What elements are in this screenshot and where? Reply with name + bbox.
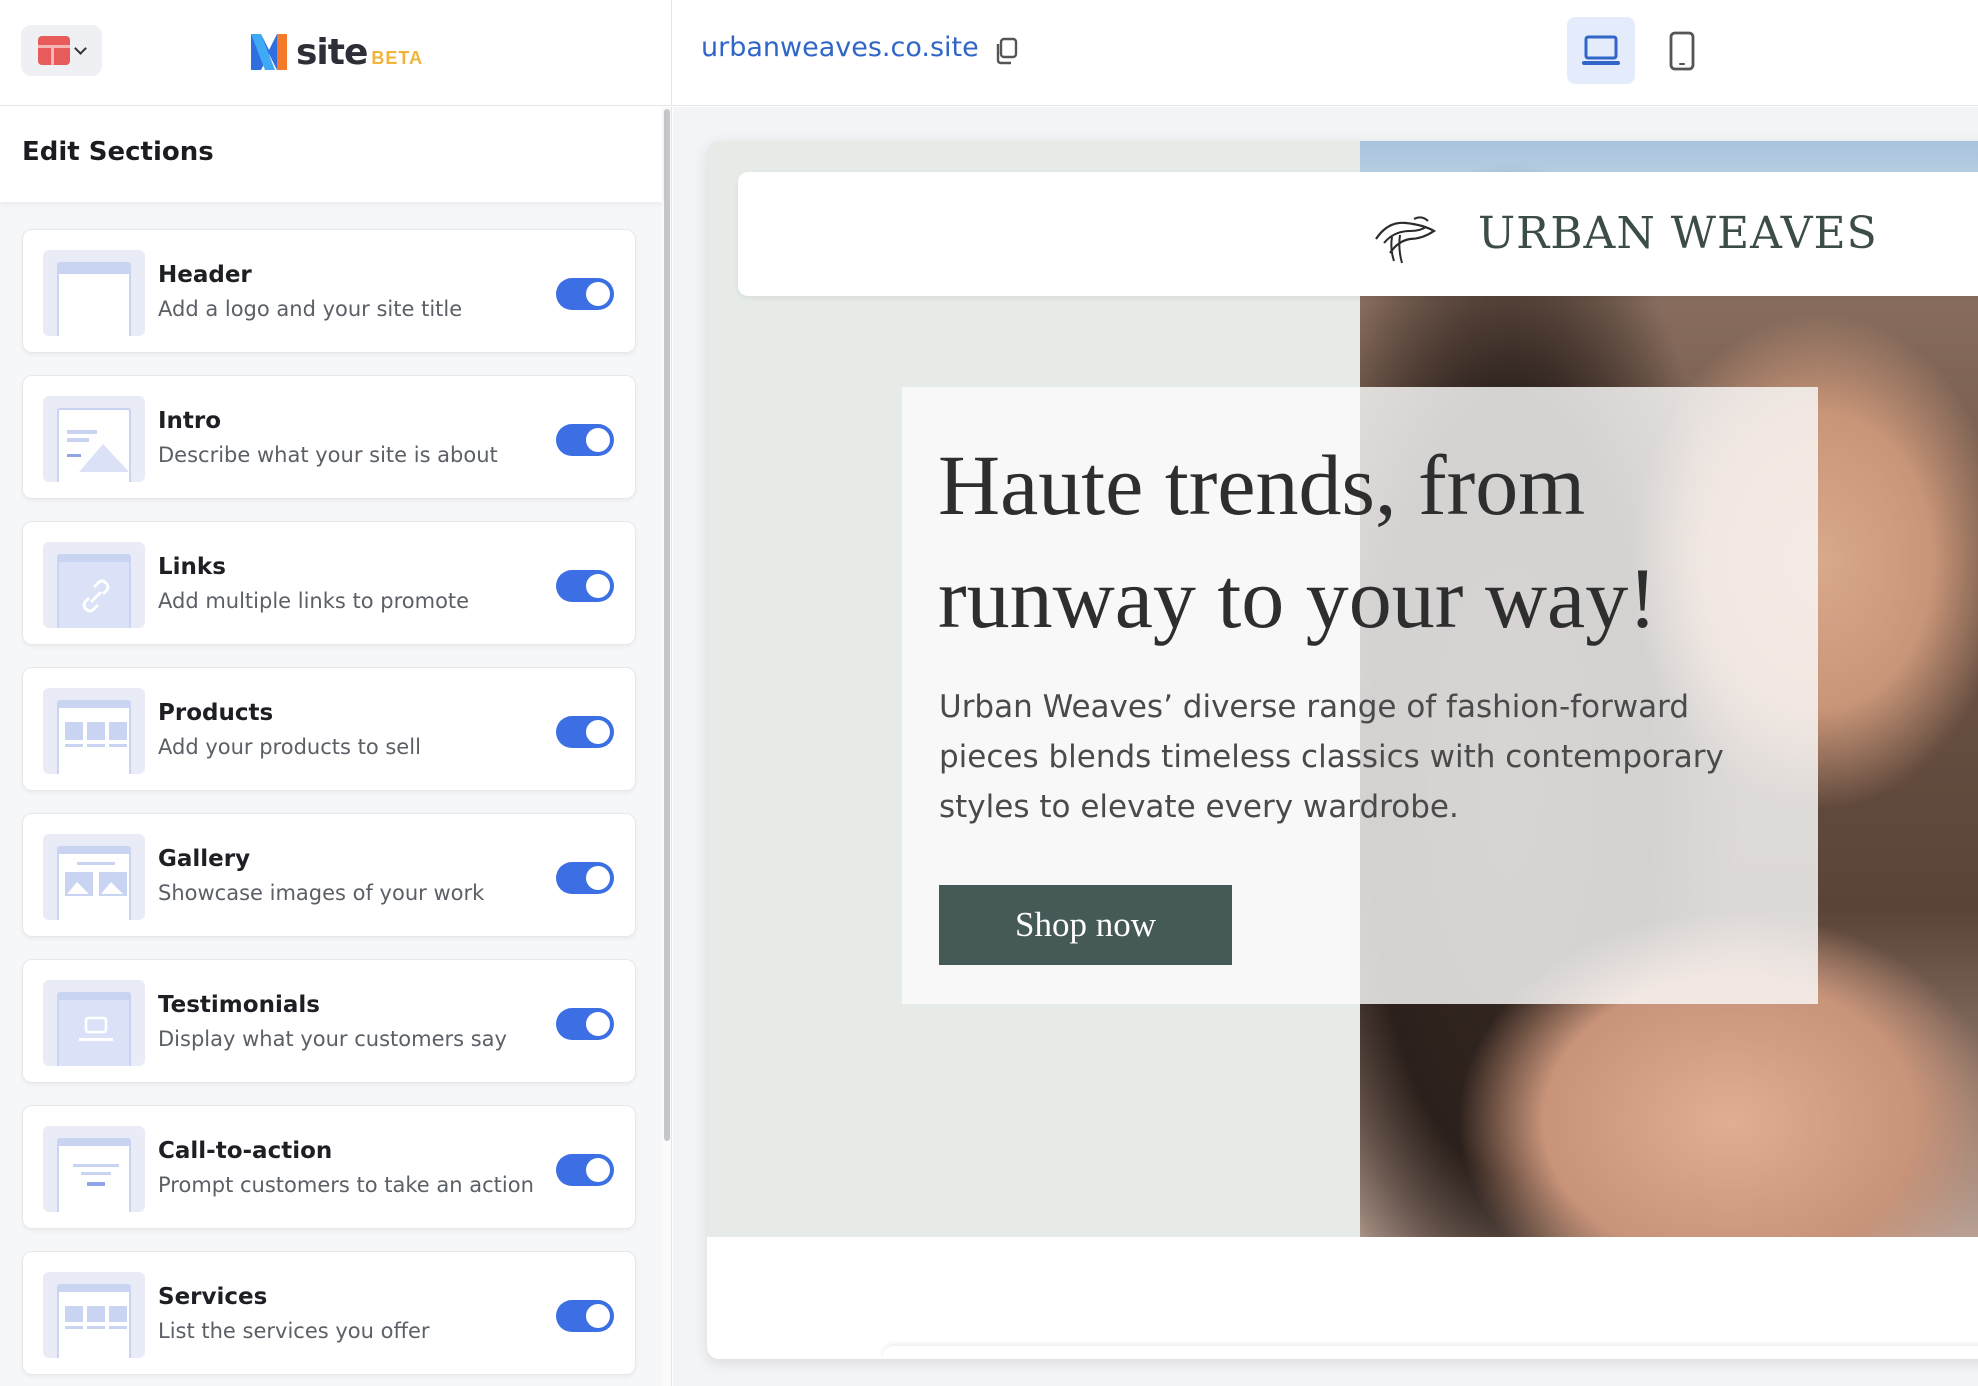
products-section-icon [43, 688, 145, 774]
site-url-link[interactable]: urbanweaves.co.site [701, 32, 979, 63]
site-name: URBAN WEAVES [1478, 208, 1878, 259]
section-toggle-products[interactable] [556, 716, 614, 748]
section-card-call-to-action[interactable]: Call-to-action Prompt customers to take … [22, 1105, 636, 1229]
brand-logo[interactable]: site BETA [247, 27, 423, 77]
section-toggle-services[interactable] [556, 1300, 614, 1332]
beta-badge: BETA [371, 47, 424, 68]
section-description: Describe what your site is about [158, 443, 498, 467]
grid-app-icon [38, 36, 70, 65]
sidebar-scroll-thumb[interactable] [664, 109, 670, 1141]
top-bar-left: site BETA [0, 0, 672, 106]
next-section-card [883, 1346, 1978, 1359]
section-title: Intro [158, 408, 222, 434]
mobile-preview-button[interactable] [1648, 17, 1716, 84]
section-card-testimonials[interactable]: Testimonials Display what your customers… [22, 959, 636, 1083]
sidebar-scrollbar[interactable] [662, 107, 671, 1386]
sidebar-title: Edit Sections [22, 137, 214, 167]
section-description: Add your products to sell [158, 735, 421, 759]
hero-description: Urban Weaves’ diverse range of fashion-f… [939, 689, 1724, 825]
hat-logo-icon [1375, 216, 1437, 264]
site-preview-frame[interactable]: URBAN WEAVES Haute trends, from runway t… [707, 141, 1978, 1359]
section-card-intro[interactable]: Intro Describe what your site is about [22, 375, 636, 499]
section-description: Add multiple links to promote [158, 589, 470, 613]
site-header[interactable]: URBAN WEAVES [738, 172, 1978, 296]
testimonials-section-icon [43, 980, 145, 1066]
top-bar: site BETA urbanweaves.co.site [0, 0, 1978, 106]
section-title: Call-to-action [158, 1138, 333, 1164]
section-toggle-intro[interactable] [556, 424, 614, 456]
section-card-header[interactable]: Header Add a logo and your site title [22, 229, 636, 353]
section-description: List the services you offer [158, 1319, 430, 1343]
sidebar-header: Edit Sections [0, 107, 662, 202]
desktop-preview-button[interactable] [1567, 17, 1635, 84]
section-card-services[interactable]: Services List the services you offer [22, 1251, 636, 1375]
section-toggle-gallery[interactable] [556, 862, 614, 894]
section-description: Showcase images of your work [158, 881, 485, 905]
phone-icon [1669, 31, 1695, 70]
brand-name: site [296, 31, 368, 73]
section-title: Services [158, 1284, 268, 1310]
header-section-icon [43, 250, 145, 336]
app-switcher-button[interactable] [21, 25, 102, 76]
section-title: Gallery [158, 846, 251, 872]
call-to-action-section-icon [43, 1126, 145, 1212]
laptop-icon [1582, 35, 1620, 65]
links-section-icon [43, 542, 145, 628]
section-title: Links [158, 554, 226, 580]
section-description: Display what your customers say [158, 1027, 507, 1051]
services-section-icon [43, 1272, 145, 1358]
copy-icon[interactable] [993, 37, 1019, 65]
intro-section-icon [43, 396, 145, 482]
hero-title: Haute trends, from runway to your way! [938, 437, 1657, 646]
section-title: Header [158, 262, 252, 288]
shop-now-button[interactable]: Shop now [939, 885, 1232, 965]
section-toggle-call-to-action[interactable] [556, 1154, 614, 1186]
section-toggle-testimonials[interactable] [556, 1008, 614, 1040]
section-card-gallery[interactable]: Gallery Showcase images of your work [22, 813, 636, 937]
gallery-section-icon [43, 834, 145, 920]
section-list: Header Add a logo and your site title In… [22, 229, 636, 1386]
hero-card: Haute trends, from runway to your way! U… [902, 387, 1818, 1004]
section-description: Add a logo and your site title [158, 297, 463, 321]
section-card-products[interactable]: Products Add your products to sell [22, 667, 636, 791]
site-preview-area: URBAN WEAVES Haute trends, from runway t… [673, 107, 1978, 1386]
section-card-links[interactable]: Links Add multiple links to promote [22, 521, 636, 645]
site-logo-icon [251, 34, 287, 70]
section-toggle-links[interactable] [556, 570, 614, 602]
chevron-down-icon [74, 41, 87, 55]
section-title: Products [158, 700, 274, 726]
section-toggle-header[interactable] [556, 278, 614, 310]
section-title: Testimonials [158, 992, 320, 1018]
section-description: Prompt customers to take an action [158, 1173, 534, 1197]
edit-sections-sidebar: Edit Sections Header Add a logo and your… [0, 107, 672, 1386]
